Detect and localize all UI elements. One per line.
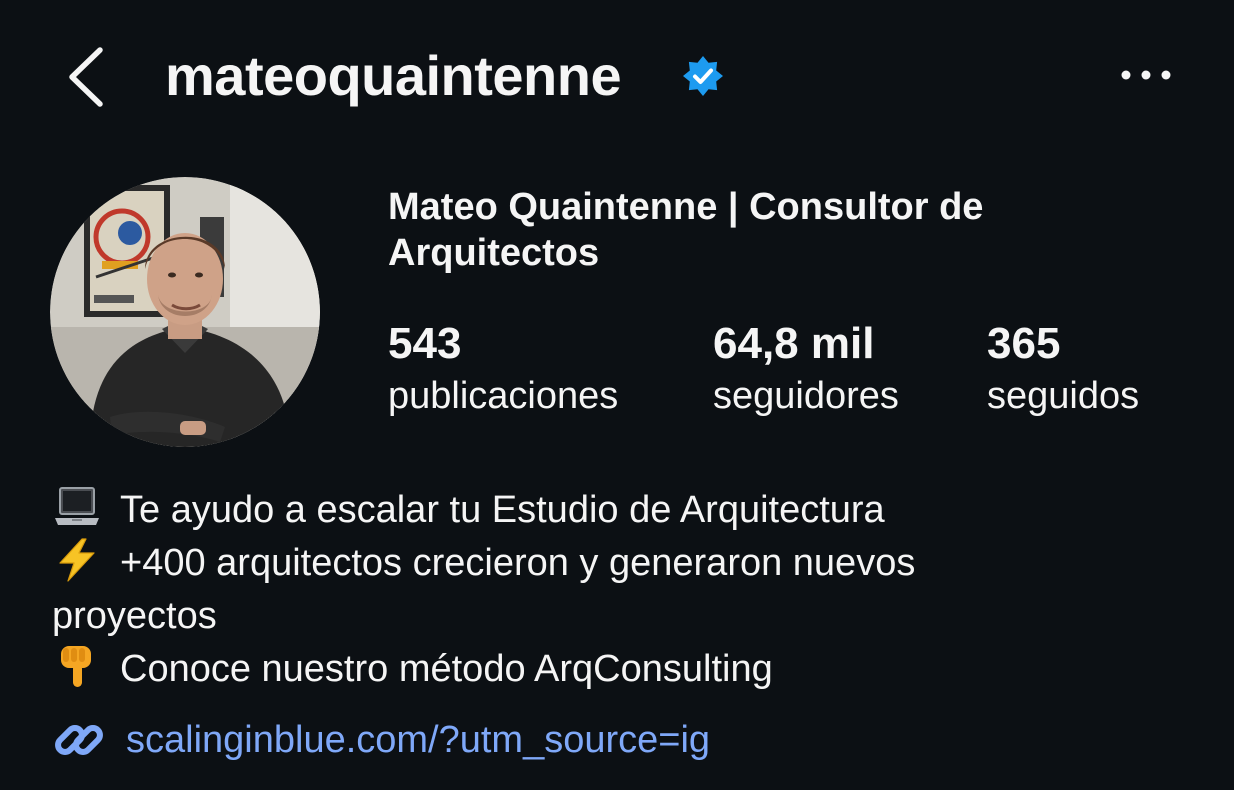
stat-following-value: 365	[987, 319, 1061, 368]
stat-followers-label: seguidores	[713, 375, 899, 417]
profile-avatar[interactable]	[50, 177, 320, 447]
verified-badge-icon	[683, 56, 723, 96]
link-icon	[55, 725, 103, 755]
bio-line: +400 arquitectos crecieron y generaron n…	[52, 537, 1052, 643]
bio-line-1-text: Te ayudo a escalar tu Estudio de Arquite…	[120, 489, 885, 531]
profile-link[interactable]: scalinginblue.com/?utm_source=ig	[52, 712, 710, 768]
bio-line-2-text: +400 arquitectos crecieron y generaron n…	[52, 542, 916, 637]
profile-display-name: Mateo Quaintenne | Consultor de Arquitec…	[388, 186, 984, 274]
profile-username: mateoquaintenne	[165, 44, 622, 107]
more-options-button[interactable]	[1116, 60, 1176, 90]
stat-following-label: seguidos	[987, 375, 1140, 417]
more-horizontal-icon	[1121, 70, 1171, 80]
stat-posts[interactable]: 543 publicaciones	[388, 318, 618, 422]
stat-followers-value: 64,8 mil	[713, 319, 875, 368]
chevron-left-icon	[69, 47, 103, 107]
bio-line-3-text: Conoce nuestro método ArqConsulting	[120, 648, 773, 690]
stat-following[interactable]: 365 seguidos	[987, 318, 1139, 422]
stat-followers[interactable]: 64,8 mil seguidores	[713, 318, 899, 422]
stat-posts-label: publicaciones	[388, 375, 619, 417]
laptop-icon	[55, 487, 99, 525]
profile-photo	[50, 177, 320, 447]
profile-link-url[interactable]: scalinginblue.com/?utm_source=ig	[126, 714, 710, 766]
profile-header: mateoquaintenne	[0, 0, 1234, 150]
stat-posts-value: 543	[388, 319, 462, 368]
bio-line: Te ayudo a escalar tu Estudio de Arquite…	[52, 484, 1052, 537]
back-button[interactable]	[62, 44, 112, 110]
bio-line: Conoce nuestro método ArqConsulting	[52, 643, 1052, 696]
profile-bio: Te ayudo a escalar tu Estudio de Arquite…	[52, 484, 1052, 696]
lightning-icon	[59, 538, 95, 582]
pointing-down-icon	[61, 646, 91, 687]
